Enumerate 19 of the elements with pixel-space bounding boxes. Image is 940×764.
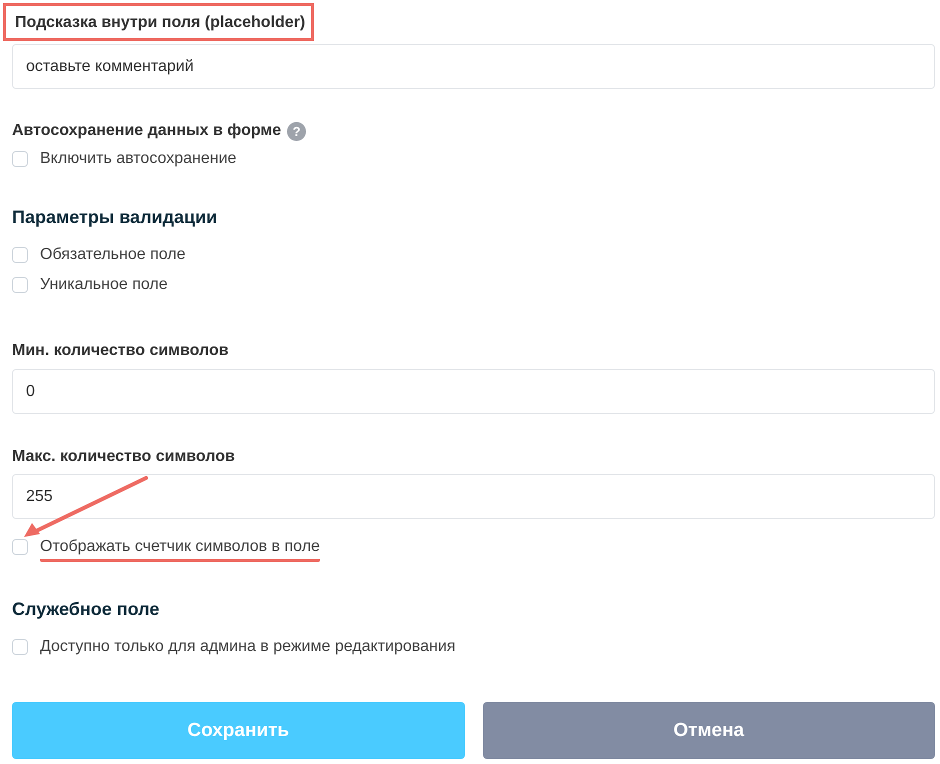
checkbox[interactable]: [12, 639, 28, 655]
checkbox-label: Доступно только для админа в режиме редактирования: [40, 638, 456, 656]
section-heading: Служебное поле: [12, 599, 160, 620]
input-field[interactable]: оставьте комментарий: [12, 44, 935, 89]
checkbox[interactable]: [12, 277, 28, 293]
field-label: Подсказка внутри поля (placeholder): [3, 3, 314, 41]
checkbox-label: Включить автосохранение: [40, 150, 236, 168]
field-label: Макс. количество символов: [12, 448, 235, 466]
checkbox-label: Отображать счетчик символов в поле: [40, 538, 320, 562]
field-label: Мин. количество символов: [12, 342, 229, 360]
checkbox[interactable]: [12, 151, 28, 167]
checkbox[interactable]: [12, 247, 28, 263]
checkbox-label: Обязательное поле: [40, 246, 186, 264]
checkbox-label: Уникальное поле: [40, 276, 168, 294]
input-field[interactable]: 0: [12, 369, 935, 414]
section-heading: Параметры валидации: [12, 207, 218, 228]
checkbox[interactable]: [12, 539, 28, 555]
input-field[interactable]: 255: [12, 474, 935, 519]
field-label: Автосохранение данных в форме: [12, 122, 282, 140]
